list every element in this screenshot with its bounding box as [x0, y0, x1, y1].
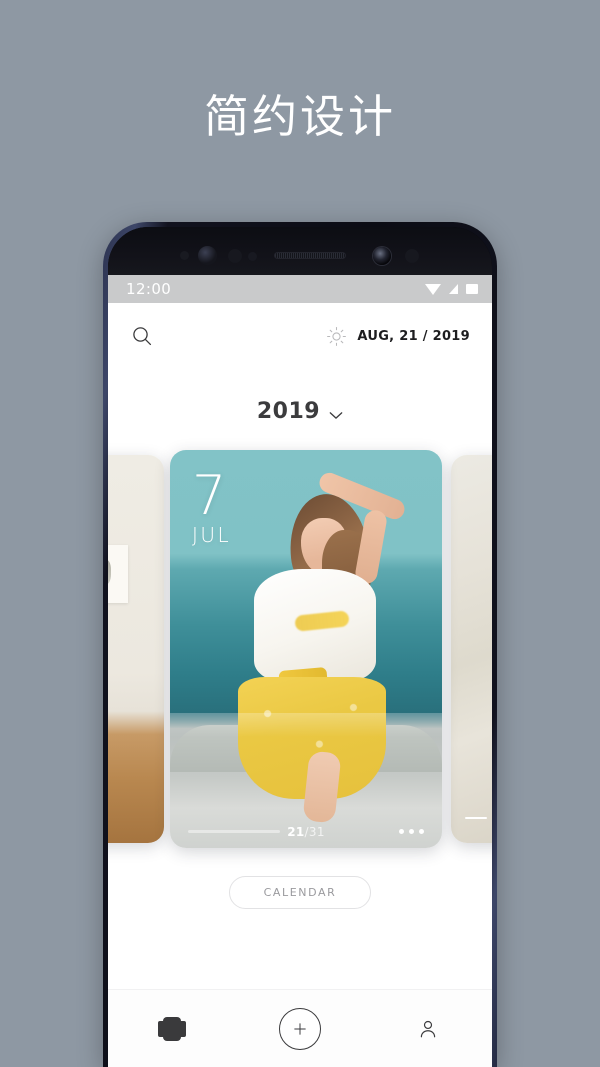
plus-icon[interactable]: [279, 1007, 321, 1050]
dot: [409, 829, 414, 834]
year-selector[interactable]: 2019: [108, 399, 492, 424]
page-title: 简约设计: [203, 90, 396, 143]
card-progress-bar[interactable]: [188, 830, 280, 833]
header-date-group[interactable]: AUG, 21 / 2019: [326, 326, 470, 347]
person-icon: [417, 1018, 439, 1040]
carousel-card-next[interactable]: [451, 455, 492, 843]
carousel-card-previous[interactable]: [108, 455, 164, 843]
year-label: 2019: [256, 399, 321, 424]
iris-scanner-icon: [198, 246, 217, 265]
app-header: AUG, 21 / 2019: [108, 303, 492, 369]
picture-frame-decor: [108, 545, 128, 603]
carousel-card-current[interactable]: 7 JUL 21/31: [170, 450, 442, 848]
card-day-number: 7: [192, 464, 228, 527]
phone-top-bezel: [108, 227, 492, 275]
nav-item-add[interactable]: [236, 1007, 364, 1050]
sensor-icon: [180, 251, 189, 260]
phone-screen-frame: 12:00 AUG, 21 / 2019 2019 7 JUL 21/31 CA…: [108, 227, 492, 1067]
dot: [419, 829, 424, 834]
card-carousel[interactable]: 7 JUL 21/31: [108, 450, 492, 850]
search-icon[interactable]: [130, 324, 154, 348]
dot: [399, 829, 404, 834]
card-artwork: [108, 455, 164, 843]
card-page-total: 31: [308, 824, 325, 839]
card-date-block: 7 JUL: [192, 464, 232, 548]
earpiece-speaker: [274, 252, 346, 259]
cards-carousel-icon: [158, 1016, 186, 1041]
card-progress-bar: [465, 817, 487, 819]
card-footer: 21/31: [170, 825, 442, 839]
phone-mockup: 12:00 AUG, 21 / 2019 2019 7 JUL 21/31 CA…: [103, 222, 497, 1067]
status-clock: 12:00: [126, 280, 172, 298]
status-icons: [425, 283, 478, 295]
card-page-current: 21: [287, 824, 305, 839]
card-center-shape: [163, 1016, 181, 1041]
nav-item-cards[interactable]: [108, 1016, 236, 1041]
signal-icon: [449, 284, 458, 294]
calendar-button[interactable]: CALENDAR: [228, 876, 372, 909]
leg-decor: [302, 750, 342, 824]
card-page-counter: 21/31: [287, 825, 325, 839]
front-camera-icon: [373, 247, 391, 265]
status-bar: 12:00: [108, 275, 492, 303]
battery-icon: [466, 284, 478, 294]
card-artwork: [451, 455, 492, 843]
card-month-label: JUL: [192, 523, 232, 548]
light-sensor-icon: [248, 252, 257, 261]
led-indicator-icon: [405, 249, 419, 263]
header-date-label: AUG, 21 / 2019: [357, 328, 470, 344]
chevron-down-icon[interactable]: [329, 407, 343, 419]
card-right-shape: [181, 1020, 186, 1037]
proximity-sensor-icon: [228, 249, 242, 263]
app-screen: 12:00 AUG, 21 / 2019 2019 7 JUL 21/31 CA…: [108, 275, 492, 1067]
bottom-nav-bar: [108, 989, 492, 1067]
nav-item-profile[interactable]: [364, 1018, 492, 1040]
sun-icon: [326, 326, 347, 347]
more-dots-icon[interactable]: [399, 829, 424, 834]
calendar-button-wrap: CALENDAR: [108, 876, 492, 909]
wifi-icon: [425, 283, 441, 295]
